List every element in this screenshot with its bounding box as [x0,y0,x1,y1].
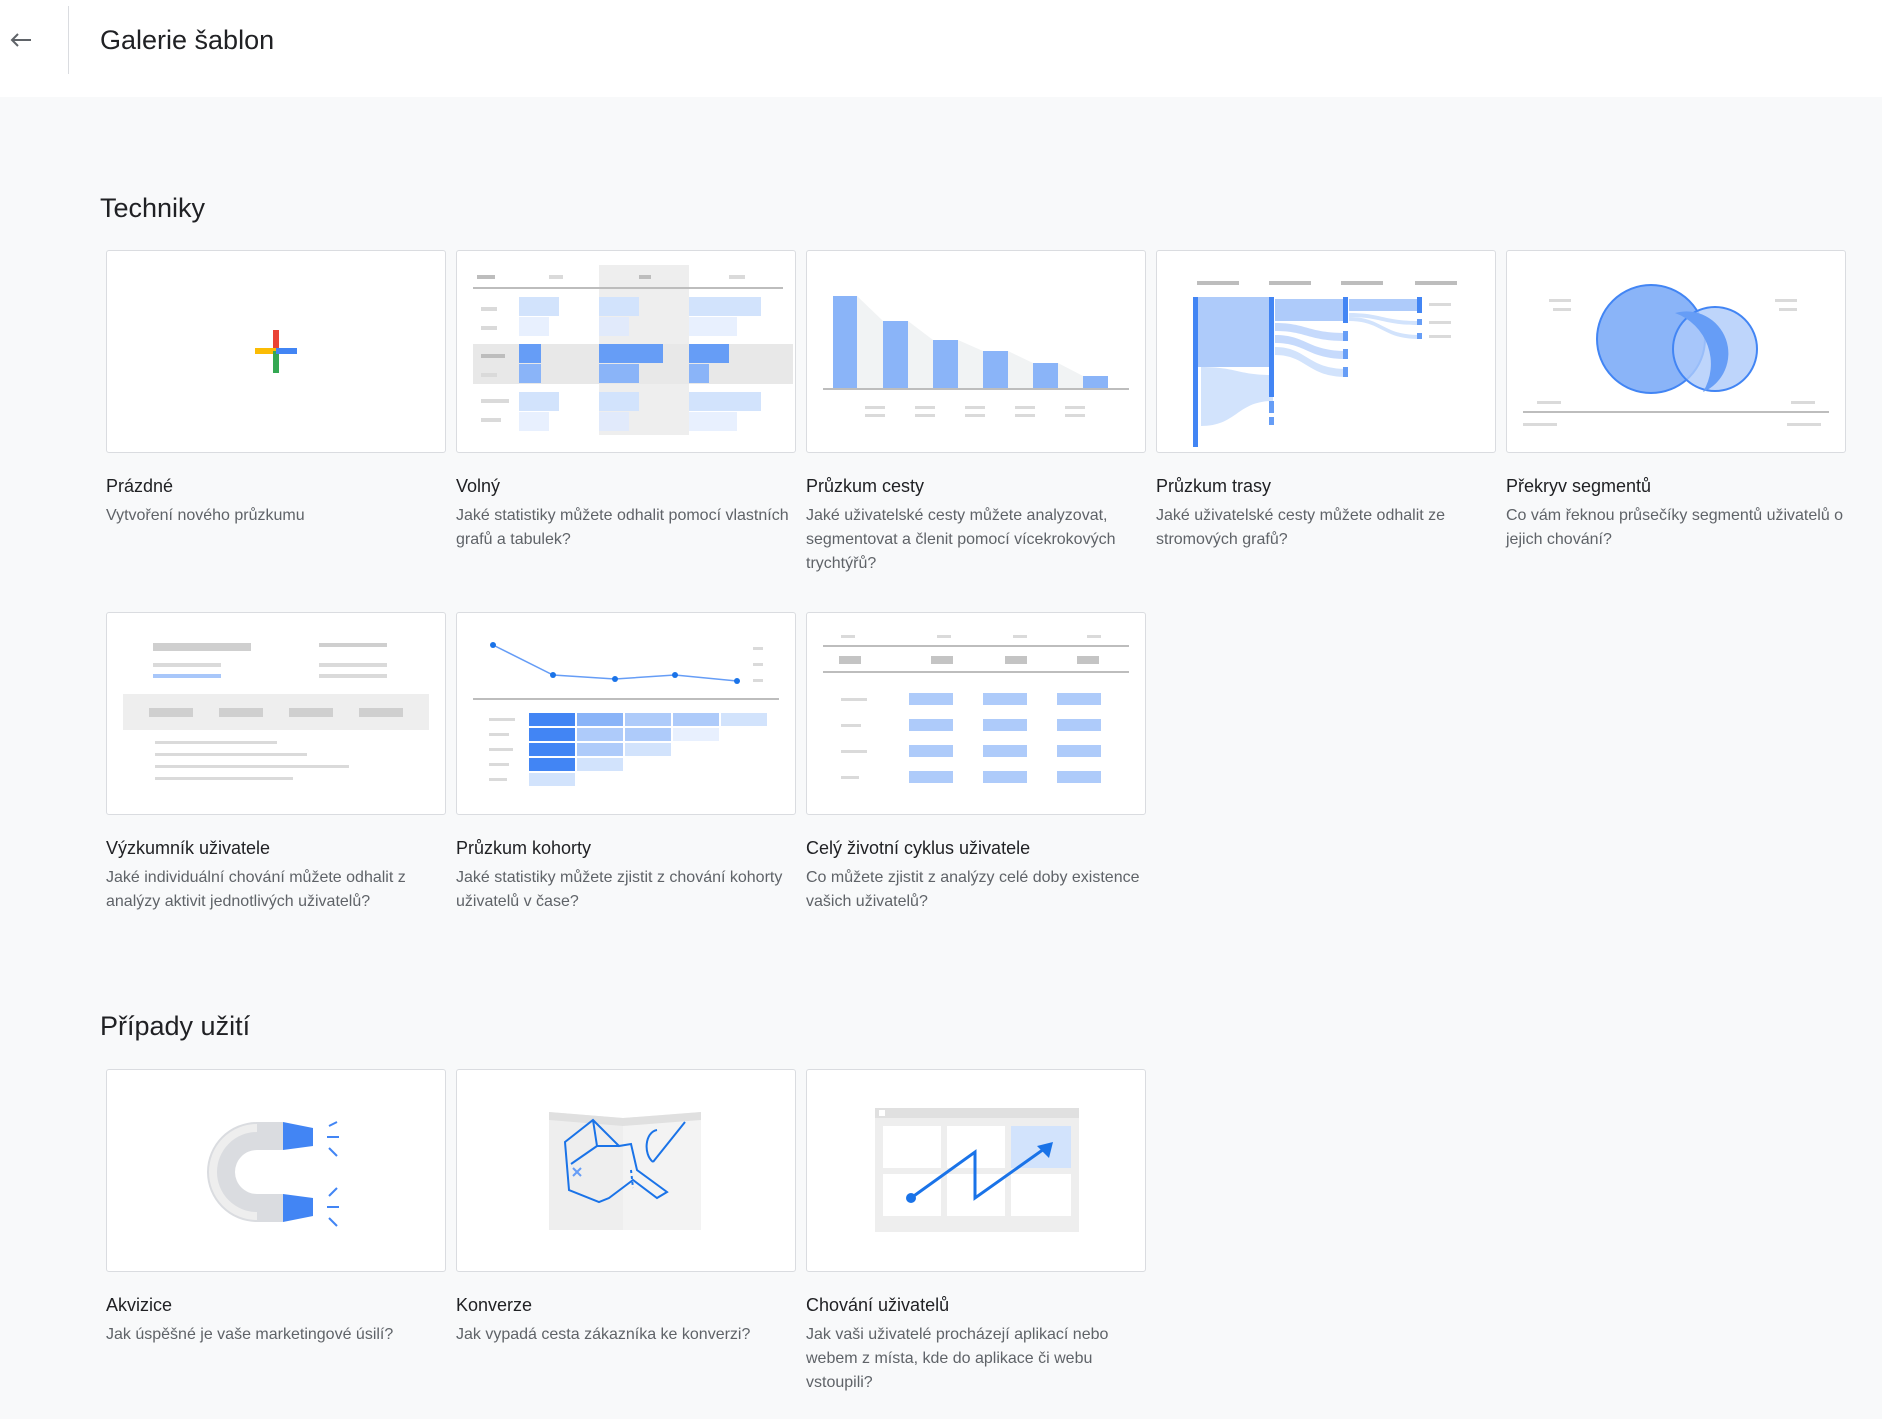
template-thumbnail[interactable] [456,1069,796,1272]
template-thumbnail[interactable] [456,612,796,815]
template-thumbnail[interactable] [1156,250,1496,453]
card-title: Konverze [456,1295,533,1315]
template-thumbnail[interactable] [806,612,1146,815]
magnet-icon [207,1121,339,1227]
template-thumbnail[interactable] [806,1069,1146,1272]
card-title: Chování uživatelů [806,1295,950,1315]
venn-diagram-icon [1523,284,1829,426]
card-title: Průzkum trasy [1156,476,1272,496]
card-description: Jaké statistiky můžete zjistit z chování… [456,869,783,910]
back-button[interactable] [6,22,36,58]
plus-icon [255,330,297,373]
card-description: Jak vypadá cesta zákazníka ke konverzi? [456,1326,751,1343]
card-description: Co vám řeknou průsečíky segmentů uživate… [1506,507,1844,548]
sankey-chart-icon [1193,281,1457,447]
template-thumbnail[interactable] [106,1069,446,1272]
card-title: Průzkum cesty [806,476,925,496]
card-title: Průzkum kohorty [456,838,592,858]
page-title: Galerie šablon [100,25,275,55]
card-description: Co můžete zjistit z analýzy celé doby ex… [806,869,1140,910]
template-thumbnail[interactable] [106,612,446,815]
card-title: Prázdné [106,476,174,496]
trend-grid-icon [875,1108,1079,1232]
table-chart-icon [473,265,793,435]
card-description: Jaké uživatelské cesty můžete odhalit ze… [1156,507,1446,548]
arrow-left-icon [10,33,31,47]
lifetime-table-icon [823,635,1129,783]
template-thumbnail[interactable] [806,250,1146,453]
template-thumbnail[interactable] [1506,250,1846,453]
funnel-chart-icon [823,296,1129,417]
template-thumbnail[interactable] [106,250,446,453]
section-title-use-cases: Případy užití [100,1011,251,1041]
card-title: Výzkumník uživatele [106,838,271,858]
card-description: Vytvoření nového průzkumu [106,507,305,524]
cohort-chart-icon [473,642,779,786]
card-description: Jak vaši uživatelé procházejí aplikací n… [806,1326,1109,1391]
card-title: Akvizice [106,1295,173,1315]
card-description: Jaké statistiky můžete odhalit pomocí vl… [456,507,789,548]
header-divider [68,6,69,74]
card-title: Celý životní cyklus uživatele [806,838,1031,858]
user-profile-icon [123,643,429,780]
card-description: Jaké uživatelské cesty můžete analyzovat… [806,507,1116,572]
header-bar: Galerie šablon [0,0,1882,97]
section-title-techniques: Techniky [100,193,206,223]
card-title: Překryv segmentů [1506,476,1652,496]
template-thumbnail[interactable] [456,250,796,453]
card-description: Jaké individuální chování můžete odhalit… [106,869,406,910]
card-description: Jak úspěšné je vaše marketingové úsilí? [106,1326,394,1343]
card-title: Volný [456,476,501,496]
map-icon [549,1112,701,1230]
